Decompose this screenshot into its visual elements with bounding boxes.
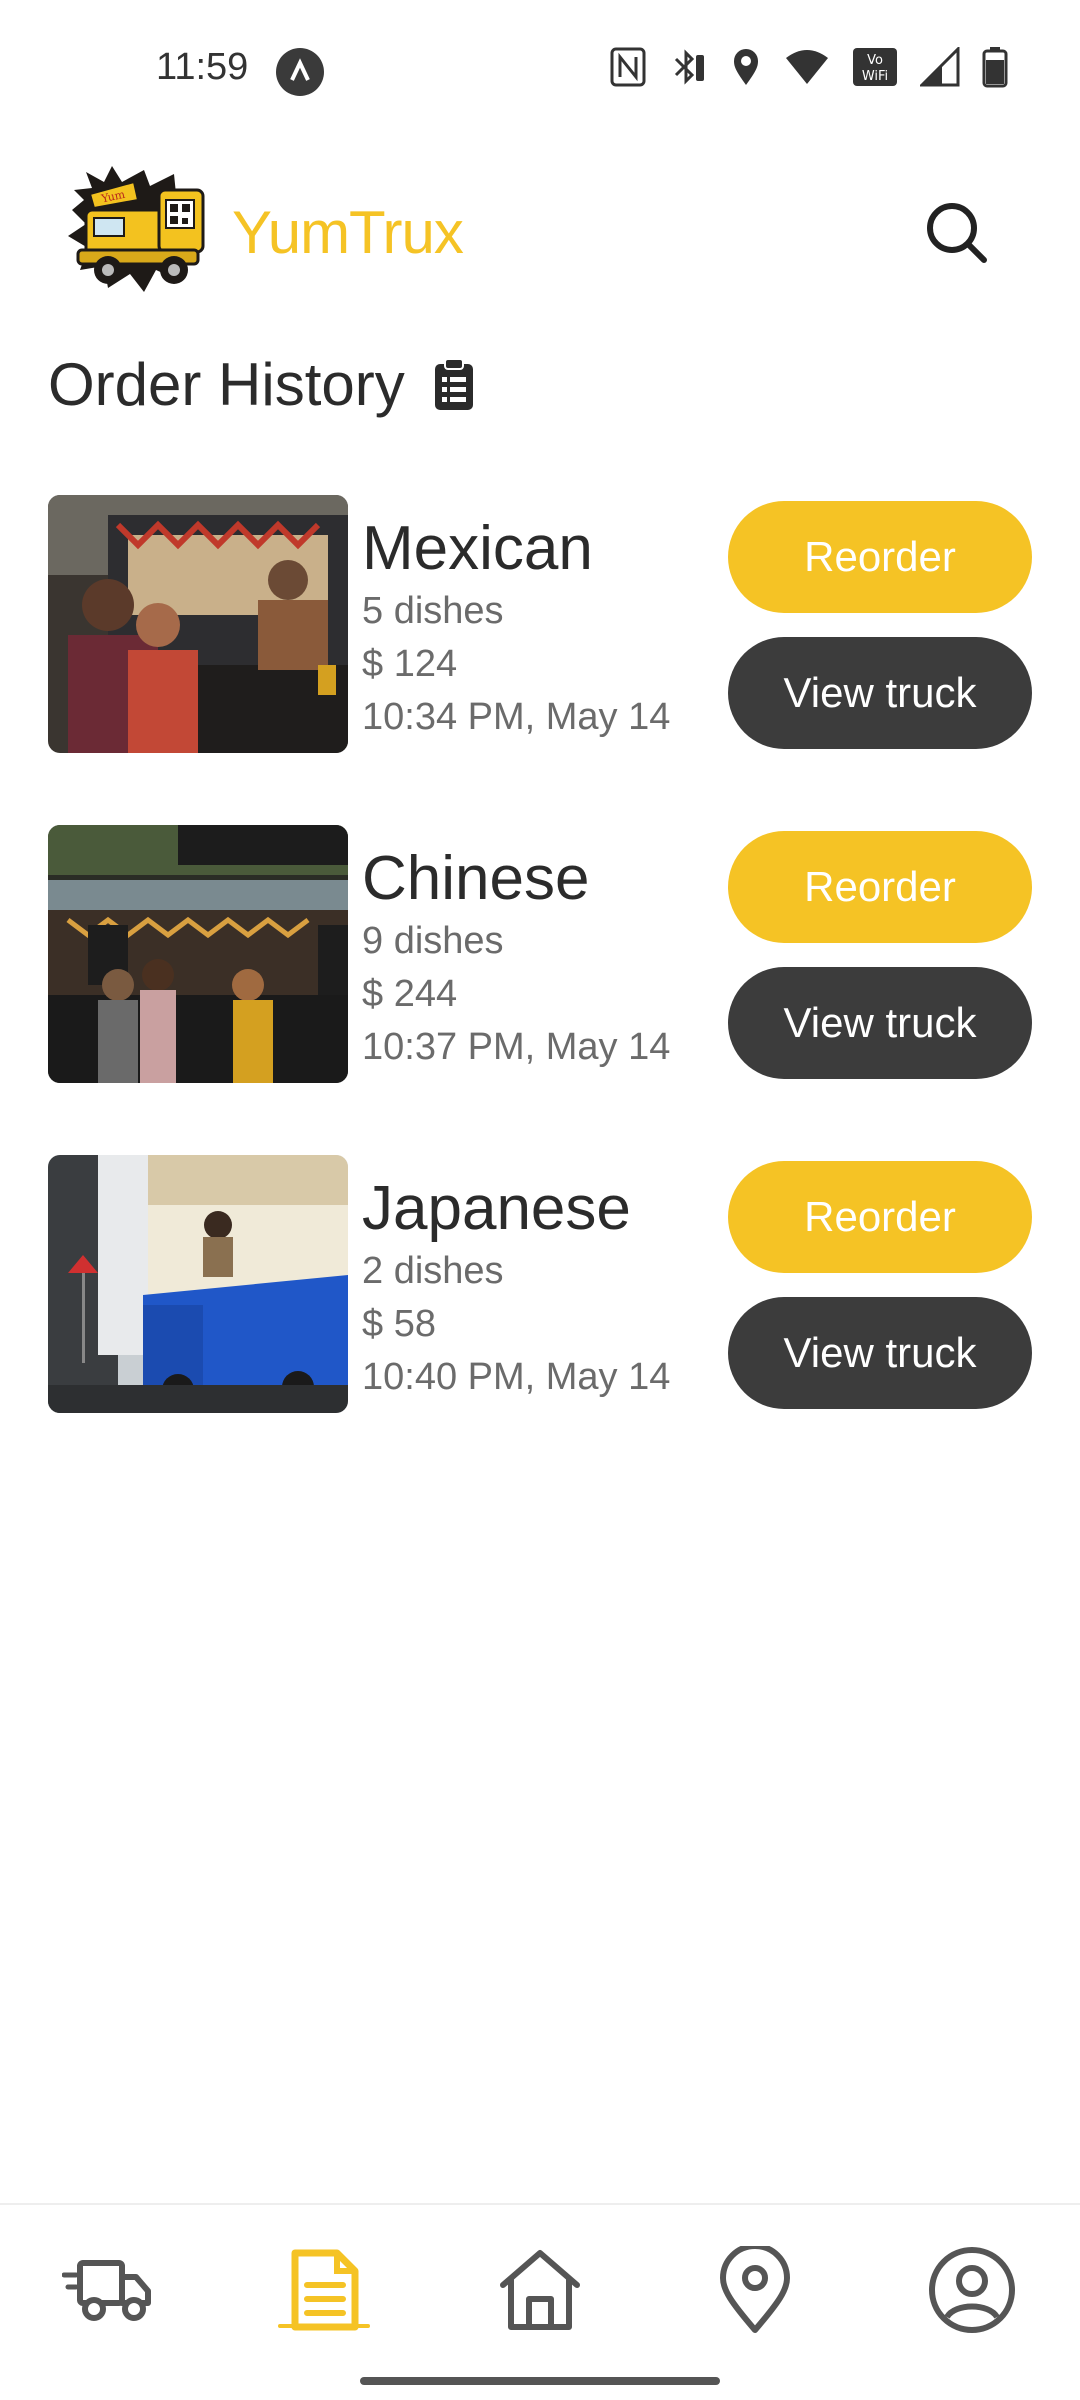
status-icons: Vo WiFi <box>610 46 1008 88</box>
bottom-navigation <box>0 2203 1080 2400</box>
order-thumbnail <box>48 1155 348 1413</box>
order-price: $ 244 <box>362 973 458 1015</box>
wifi-icon <box>786 50 828 84</box>
page-title: Order History <box>48 351 405 418</box>
status-time: 11:59 <box>156 46 249 88</box>
order-card: Mexican 5 dishes $ 124 10:34 PM, May 14 … <box>48 495 1038 755</box>
nav-map[interactable] <box>700 2235 810 2345</box>
order-cuisine: Chinese <box>362 844 590 913</box>
order-card: Japanese 2 dishes $ 58 10:40 PM, May 14 … <box>48 1155 1038 1415</box>
nav-home[interactable] <box>485 2235 595 2345</box>
food-truck-logo-icon: Yum <box>64 160 214 300</box>
home-icon <box>500 2250 580 2330</box>
nav-profile[interactable] <box>917 2235 1027 2345</box>
nav-active-indicator <box>278 2324 370 2328</box>
orders-icon <box>291 2249 359 2331</box>
order-timestamp: 10:40 PM, May 14 <box>362 1356 671 1398</box>
order-cuisine: Mexican <box>362 514 593 583</box>
volte-wifi-icon: VoWiFi <box>853 48 897 86</box>
reorder-button[interactable]: Reorder <box>728 1161 1032 1273</box>
order-price: $ 58 <box>362 1303 436 1345</box>
signal-icon <box>920 47 960 87</box>
reorder-button[interactable]: Reorder <box>728 501 1032 613</box>
svg-text:Vo: Vo <box>867 53 883 68</box>
nfc-icon <box>610 47 646 87</box>
order-thumbnail <box>48 825 348 1083</box>
reorder-button[interactable]: Reorder <box>728 831 1032 943</box>
battery-icon <box>982 47 1008 88</box>
location-icon <box>734 49 758 85</box>
order-card: Chinese 9 dishes $ 244 10:37 PM, May 14 … <box>48 825 1038 1085</box>
brand-name: YumTrux <box>232 199 464 266</box>
order-price: $ 124 <box>362 643 458 685</box>
order-thumbnail <box>48 495 348 753</box>
order-list: Mexican 5 dishes $ 124 10:34 PM, May 14 … <box>48 495 1038 1485</box>
svg-text:WiFi: WiFi <box>862 69 888 84</box>
order-timestamp: 10:34 PM, May 14 <box>362 696 671 738</box>
order-dish-count: 9 dishes <box>362 920 504 962</box>
order-dish-count: 5 dishes <box>362 590 504 632</box>
bluetooth-icon <box>674 49 704 85</box>
status-bar: 11:59 Vo WiFi <box>0 0 1080 140</box>
search-icon <box>927 203 987 263</box>
order-info: Japanese 2 dishes $ 58 10:40 PM, May 14 <box>362 1173 670 1404</box>
gesture-home-indicator[interactable] <box>360 2377 720 2385</box>
app-notification-icon <box>276 48 324 96</box>
view-truck-button[interactable]: View truck <box>728 637 1032 749</box>
search-button[interactable] <box>920 196 992 268</box>
order-info: Chinese 9 dishes $ 244 10:37 PM, May 14 <box>362 843 670 1074</box>
view-truck-button[interactable]: View truck <box>728 967 1032 1079</box>
nav-trucks[interactable] <box>52 2235 162 2345</box>
nav-orders[interactable] <box>270 2235 380 2345</box>
profile-icon <box>929 2247 1015 2333</box>
order-dish-count: 2 dishes <box>362 1250 504 1292</box>
order-timestamp: 10:37 PM, May 14 <box>362 1026 671 1068</box>
location-pin-icon <box>720 2246 790 2333</box>
truck-icon <box>62 2260 151 2321</box>
view-truck-button[interactable]: View truck <box>728 1297 1032 1409</box>
page-title-row: Order History <box>48 350 475 419</box>
clipboard-icon <box>434 357 473 410</box>
order-info: Mexican 5 dishes $ 124 10:34 PM, May 14 <box>362 513 670 744</box>
order-cuisine: Japanese <box>362 1174 631 1243</box>
app-header: Yum YumTrux <box>0 150 1080 310</box>
